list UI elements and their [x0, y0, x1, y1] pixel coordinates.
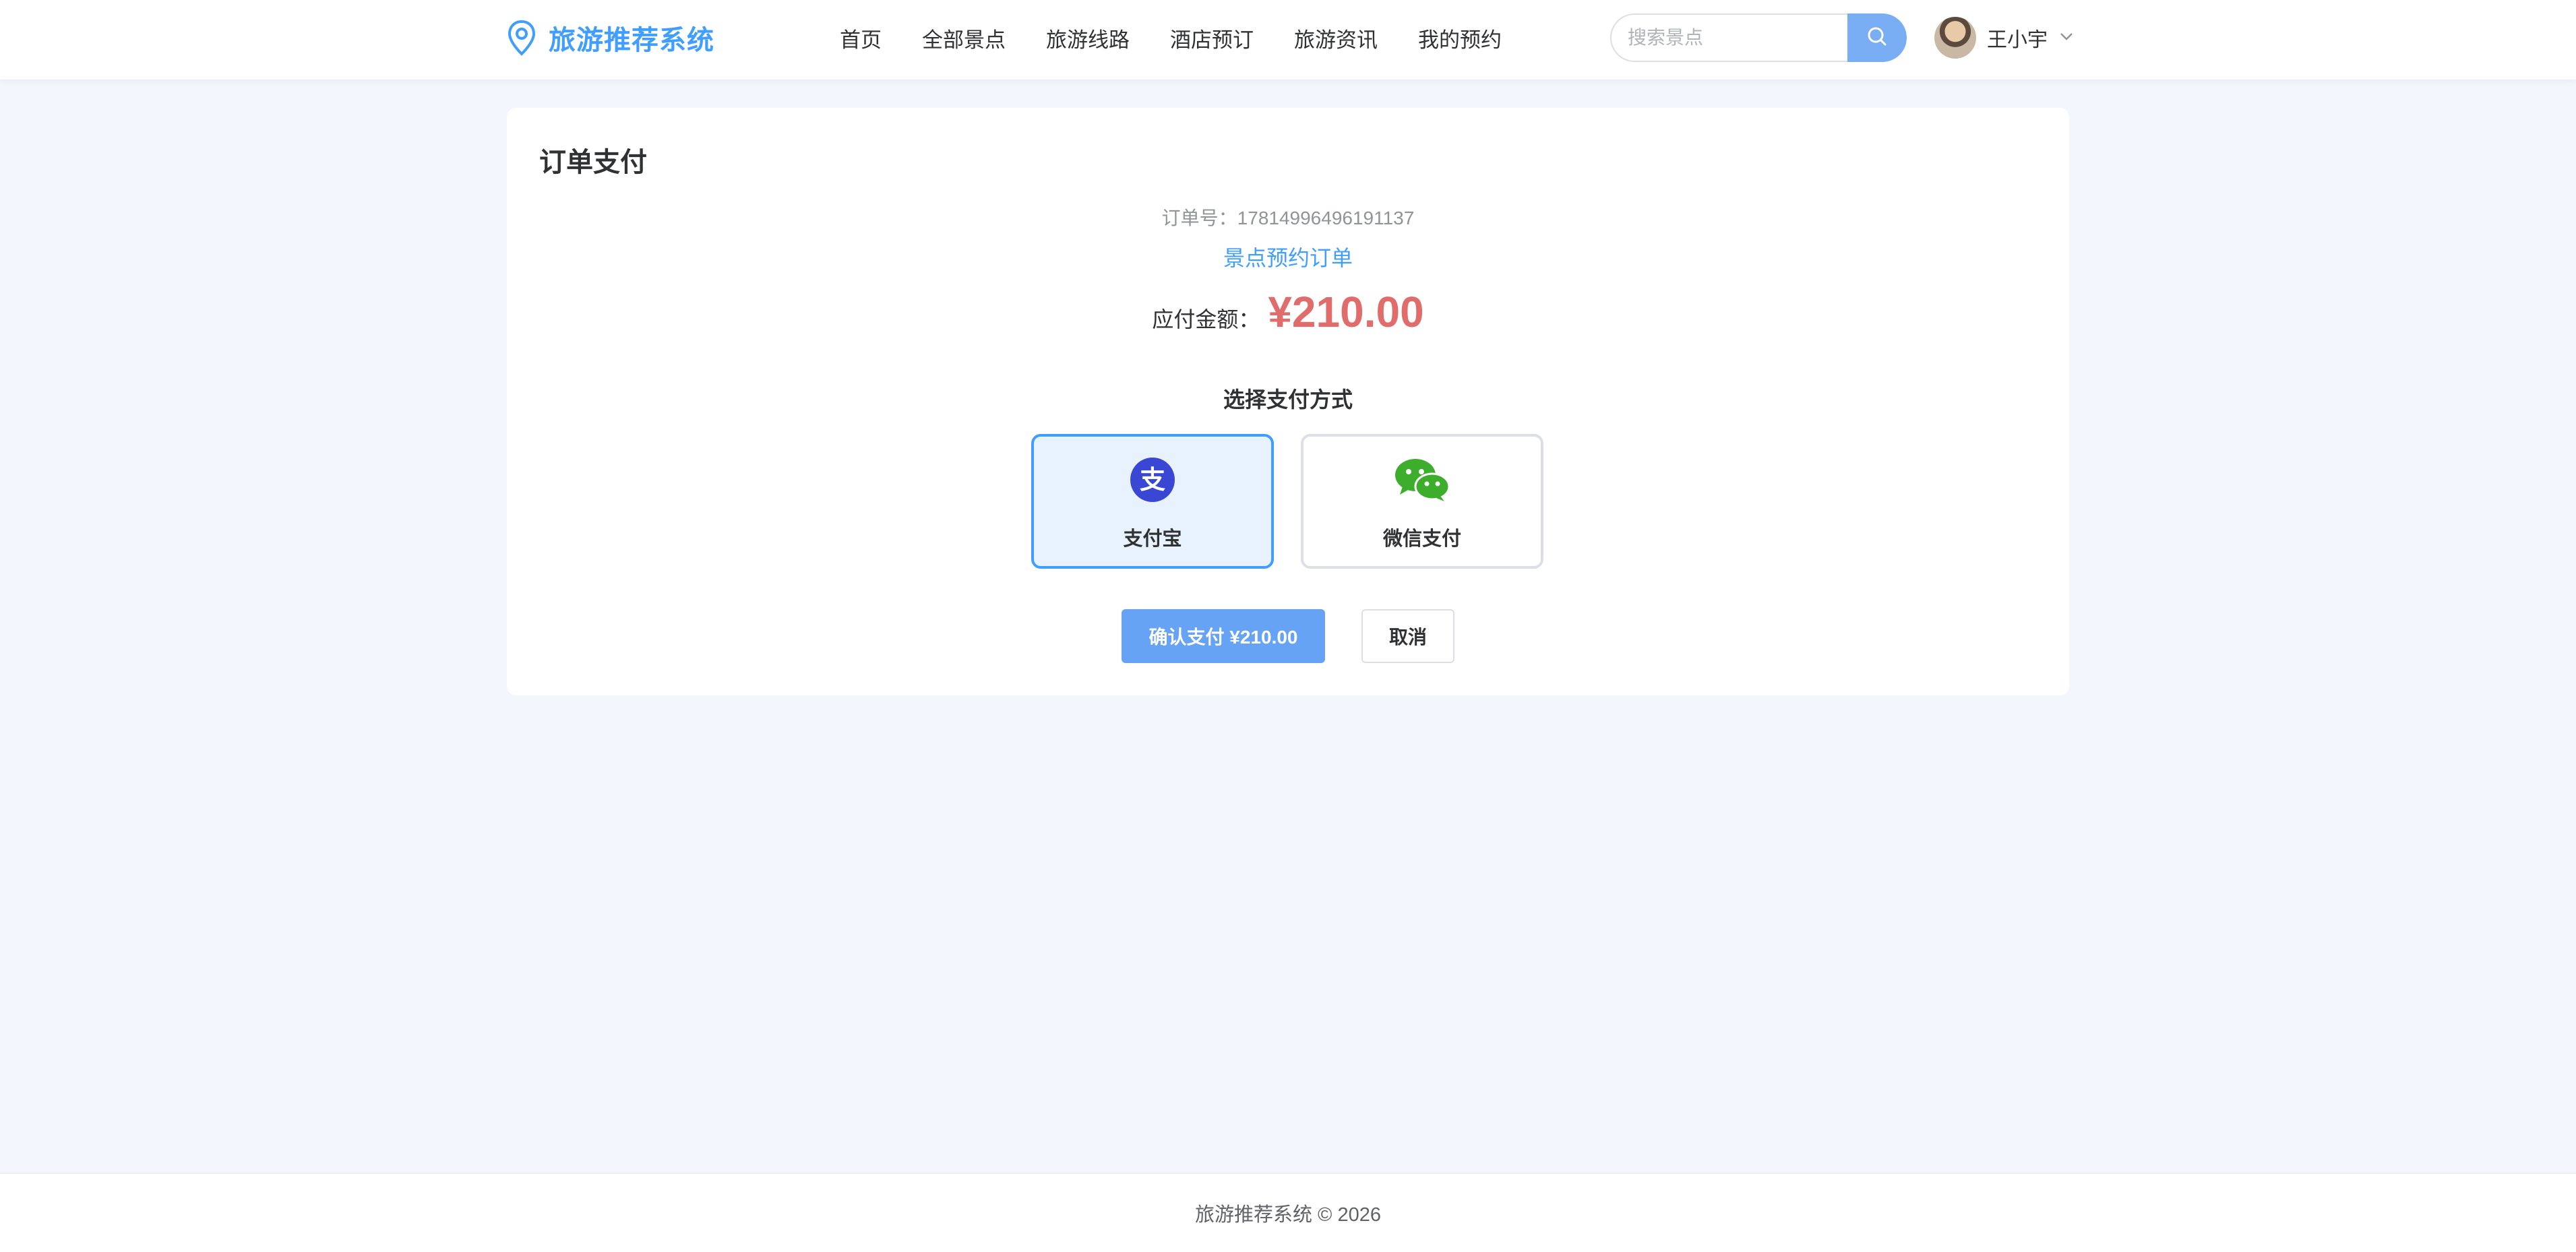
svg-text:支: 支	[1140, 465, 1165, 495]
page-title: 订单支付	[539, 148, 647, 177]
main-nav: 首页 全部景点 旅游线路 酒店预订 旅游资讯 我的预约	[840, 19, 1502, 57]
location-pin-icon	[507, 20, 536, 56]
payment-method-wechat[interactable]: 微信支付	[1301, 434, 1543, 569]
order-number: 订单号：17814996496191137	[1161, 208, 1415, 228]
chevron-down-icon	[2058, 28, 2075, 48]
search-bar	[1610, 13, 1907, 62]
payment-card: 订单支付 订单号：17814996496191137 景点预约订单 应付金额： …	[507, 108, 2069, 695]
amount-row: 应付金额： ¥210.00	[507, 287, 2069, 337]
search-icon	[1866, 25, 1889, 51]
top-header: 旅游推荐系统 首页 全部景点 旅游线路 酒店预订 旅游资讯 我的预约 王小宇	[0, 0, 2576, 80]
nav-item-news[interactable]: 旅游资讯	[1294, 23, 1378, 53]
search-button[interactable]	[1847, 13, 1907, 62]
nav-item-routes[interactable]: 旅游线路	[1046, 23, 1130, 53]
amount-label: 应付金额：	[1152, 307, 1260, 332]
wechat-icon	[1393, 457, 1451, 506]
brand[interactable]: 旅游推荐系统	[507, 16, 714, 59]
cancel-button[interactable]: 取消	[1361, 609, 1454, 663]
payment-method-label: 微信支付	[1382, 528, 1461, 550]
nav-item-my-bookings[interactable]: 我的预约	[1418, 23, 1502, 53]
avatar	[1934, 17, 1976, 59]
nav-item-attractions[interactable]: 全部景点	[922, 23, 1006, 53]
nav-item-home[interactable]: 首页	[840, 23, 882, 53]
order-type: 景点预约订单	[1223, 246, 1353, 270]
user-menu[interactable]: 王小宇	[1934, 15, 2075, 61]
footer: 旅游推荐系统 © 2026	[0, 1172, 2576, 1252]
payment-method-alipay[interactable]: 支 支付宝	[1031, 434, 1274, 569]
user-name: 王小宇	[1987, 29, 2048, 51]
payment-method-label: 支付宝	[1123, 528, 1182, 550]
footer-copyright: 旅游推荐系统 © 2026	[1195, 1204, 1381, 1226]
confirm-payment-button[interactable]: 确认支付 ¥210.00	[1122, 609, 1325, 663]
nav-item-hotels[interactable]: 酒店预订	[1170, 23, 1254, 53]
alipay-icon: 支	[1130, 457, 1175, 506]
brand-title: 旅游推荐系统	[549, 26, 714, 55]
search-input[interactable]	[1610, 13, 1847, 62]
payment-method-title: 选择支付方式	[1223, 387, 1353, 412]
amount-value: ¥210.00	[1268, 288, 1424, 336]
